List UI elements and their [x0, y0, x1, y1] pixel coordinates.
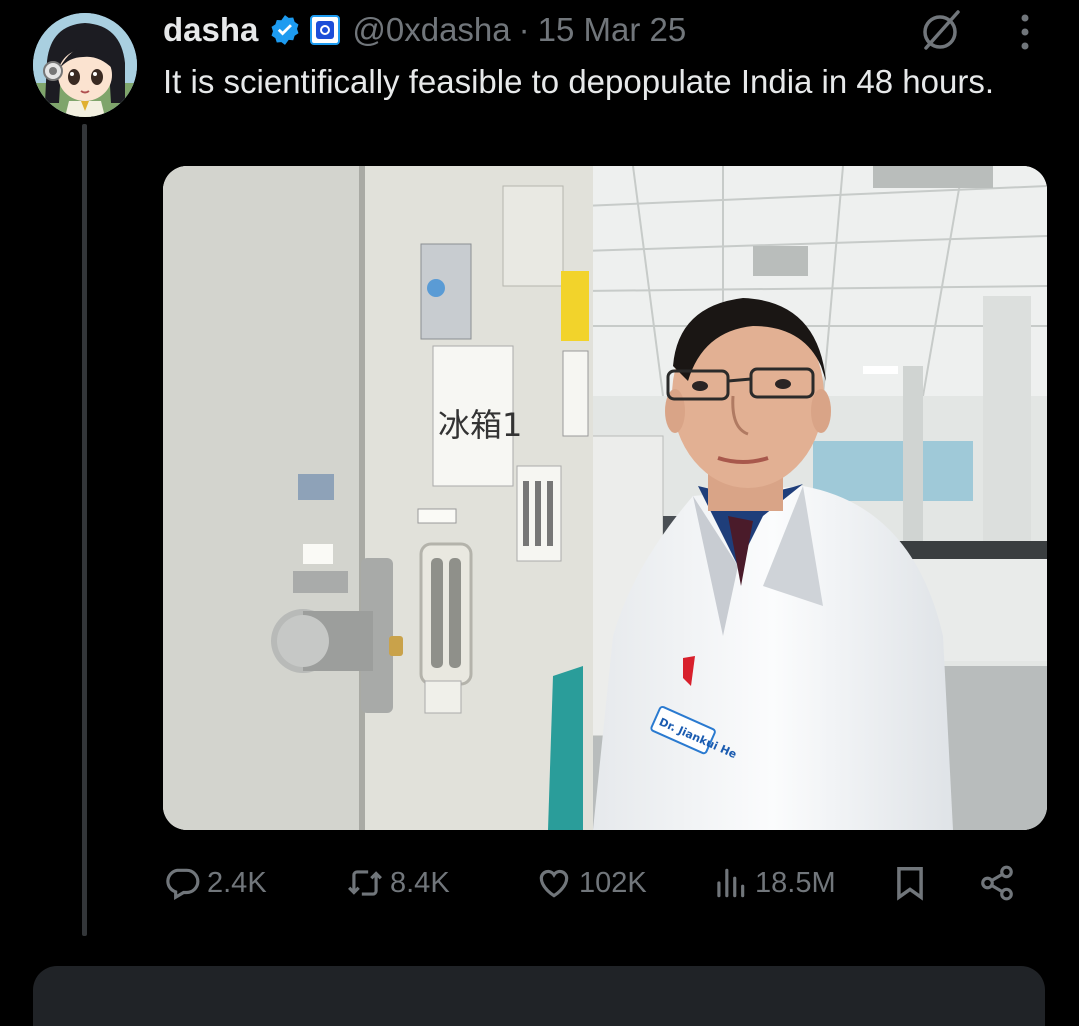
- reply-button[interactable]: 2.4K: [163, 856, 267, 910]
- media-photo: 冰箱1 Dr. Jiankui He: [163, 166, 1047, 830]
- repost-button[interactable]: 8.4K: [346, 856, 450, 910]
- door-sign-text: 冰箱1: [438, 406, 522, 444]
- author-handle[interactable]: @0xdasha: [352, 11, 510, 49]
- views-icon: [717, 868, 745, 898]
- bookmark-icon: [897, 867, 923, 901]
- repost-count: 8.4K: [390, 866, 450, 899]
- tweet-text: It is scientifically feasible to depopul…: [163, 63, 994, 100]
- verified-badge-icon: [268, 13, 302, 47]
- author-name[interactable]: dasha: [163, 11, 258, 49]
- share-button[interactable]: [978, 856, 1022, 910]
- more-icon[interactable]: [1012, 12, 1038, 52]
- share-icon: [981, 865, 1013, 901]
- separator-dot: ·: [518, 11, 530, 48]
- bookmark-button[interactable]: [891, 856, 935, 910]
- like-icon: [539, 869, 569, 898]
- action-bar: 2.4K 8.4K 102K 18.5M: [163, 856, 1043, 910]
- org-badge-icon: [310, 15, 341, 45]
- repost-icon: [348, 870, 382, 896]
- reply-icon: [166, 868, 200, 901]
- views-count: 18.5M: [755, 866, 836, 899]
- like-count: 102K: [579, 866, 647, 899]
- avatar-image: [33, 13, 137, 117]
- tweet-header: dasha @0xdasha · 15 Mar 25: [163, 8, 686, 52]
- views-button[interactable]: 18.5M: [711, 856, 836, 910]
- next-post-card[interactable]: [33, 966, 1045, 1026]
- avatar[interactable]: [33, 13, 137, 117]
- tweet-media[interactable]: 冰箱1 Dr. Jiankui He: [163, 166, 1047, 830]
- thread-line: [82, 124, 87, 936]
- tweet-date[interactable]: 15 Mar 25: [538, 11, 687, 49]
- reply-count: 2.4K: [207, 866, 267, 899]
- grok-icon[interactable]: [918, 8, 962, 52]
- like-button[interactable]: 102K: [535, 856, 647, 910]
